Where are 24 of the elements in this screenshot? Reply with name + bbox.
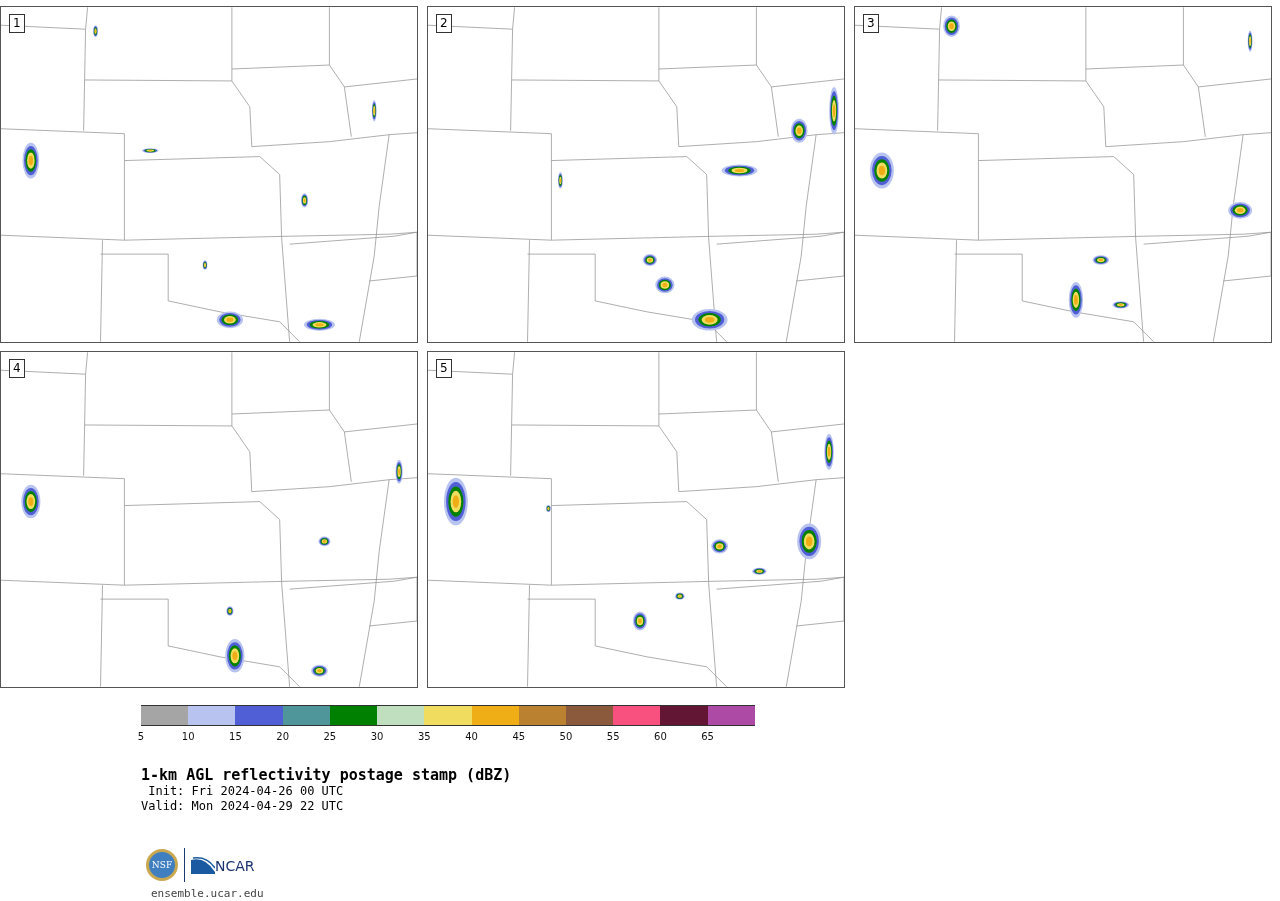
nsf-logo: NSF xyxy=(146,849,178,881)
tick-label: 45 xyxy=(512,731,526,742)
init-time: Init: Fri 2024-04-26 00 UTC xyxy=(147,784,345,799)
tick-label: 30 xyxy=(370,731,384,742)
tick-label: 50 xyxy=(559,731,573,742)
tick-label: 65 xyxy=(701,731,714,742)
tick-label: 60 xyxy=(654,731,667,742)
tick-label: 15 xyxy=(229,731,242,742)
valid-time: Valid: Mon 2024-04-29 22 UTC xyxy=(141,799,345,814)
panel-number: 1 xyxy=(9,14,25,33)
chart-title: 1-km AGL reflectivity postage stamp (dBZ) xyxy=(141,766,513,784)
tick-label: 25 xyxy=(323,731,337,742)
site-url: ensemble.ucar.edu xyxy=(151,887,265,900)
tick-label: 20 xyxy=(276,731,289,742)
panel-number: 2 xyxy=(436,14,452,33)
tick-label: 35 xyxy=(417,731,431,742)
panel-number: 3 xyxy=(863,14,879,33)
tick-label: 40 xyxy=(465,731,478,742)
ncar-logo: NCAR xyxy=(191,856,255,874)
tick-label: 5 xyxy=(137,731,145,742)
panel-number: 5 xyxy=(436,359,452,378)
panel-number: 4 xyxy=(9,359,25,378)
tick-label: 10 xyxy=(181,731,195,742)
tick-label: 55 xyxy=(606,731,620,742)
